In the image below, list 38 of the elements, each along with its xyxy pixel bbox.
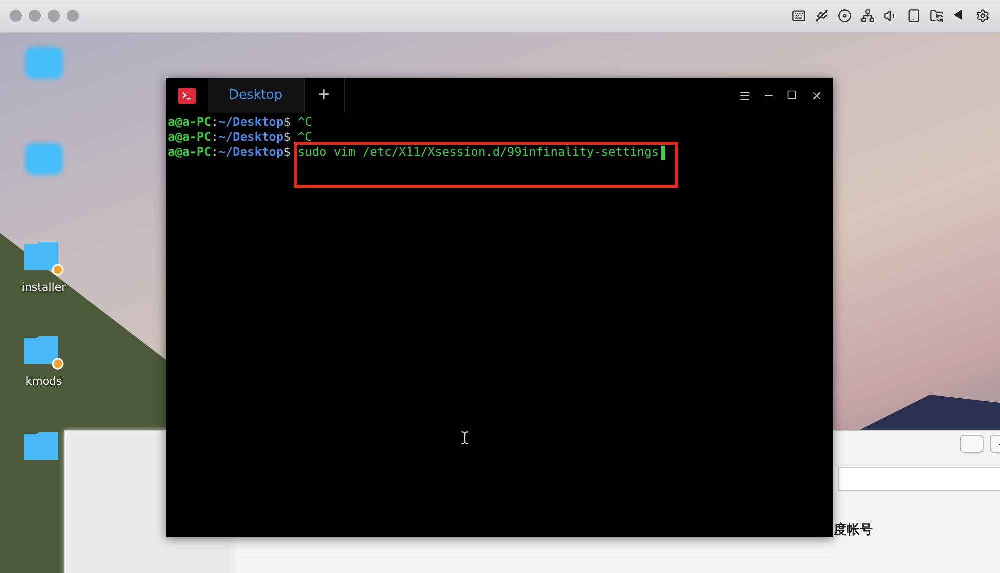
account-label: 度帐号 — [834, 522, 874, 539]
prompt-sign: $ — [284, 145, 291, 161]
shared-folder-icon[interactable] — [930, 9, 944, 23]
prompt-user: a@a-PC — [168, 130, 212, 145]
settings-icon[interactable] — [976, 9, 990, 23]
highlighted-command: sudo vim /etc/X11/Xsession.d/99infinality-settings — [294, 142, 678, 188]
window-control-dot[interactable] — [48, 10, 60, 22]
desktop-icon-label[interactable]: installer — [22, 281, 66, 294]
prompt-separator: : — [211, 130, 219, 145]
window-control-dot[interactable] — [10, 10, 22, 22]
maximize-icon[interactable] — [787, 90, 799, 102]
badged-folder-icon[interactable] — [23, 241, 65, 277]
close-icon[interactable] — [811, 90, 823, 102]
prompt-separator: : — [211, 145, 219, 161]
network-icon[interactable] — [861, 9, 875, 23]
prompt-path: ~/Desktop — [218, 145, 284, 161]
device-icon[interactable] — [907, 9, 921, 23]
badged-folder-icon[interactable] — [23, 335, 65, 371]
prompt-user: a@a-PC — [168, 115, 212, 130]
prompt-user: a@a-PC — [168, 145, 212, 161]
prompt-path: ~/Desktop — [218, 115, 284, 130]
address-field[interactable] — [838, 467, 1000, 491]
prompt-sign: $ — [284, 115, 291, 130]
menu-icon[interactable] — [739, 90, 751, 102]
window-control-dot[interactable] — [67, 10, 79, 22]
terminal-tab[interactable]: Desktop — [208, 78, 305, 113]
usb-icon[interactable] — [815, 9, 829, 23]
new-tab-button[interactable]: + — [304, 78, 345, 113]
terminal-icon — [178, 88, 196, 104]
prompt-path: ~/Desktop — [218, 130, 284, 145]
window-control-dot[interactable] — [29, 10, 41, 22]
command-text: ^C — [296, 114, 314, 131]
text-cursor — [661, 146, 666, 160]
prompt-sign: $ — [284, 130, 291, 145]
keyboard-icon[interactable] — [792, 9, 806, 23]
prompt-separator: : — [211, 115, 219, 130]
desktop-icon-label[interactable]: kmods — [26, 375, 62, 388]
disc-icon[interactable] — [838, 9, 852, 23]
